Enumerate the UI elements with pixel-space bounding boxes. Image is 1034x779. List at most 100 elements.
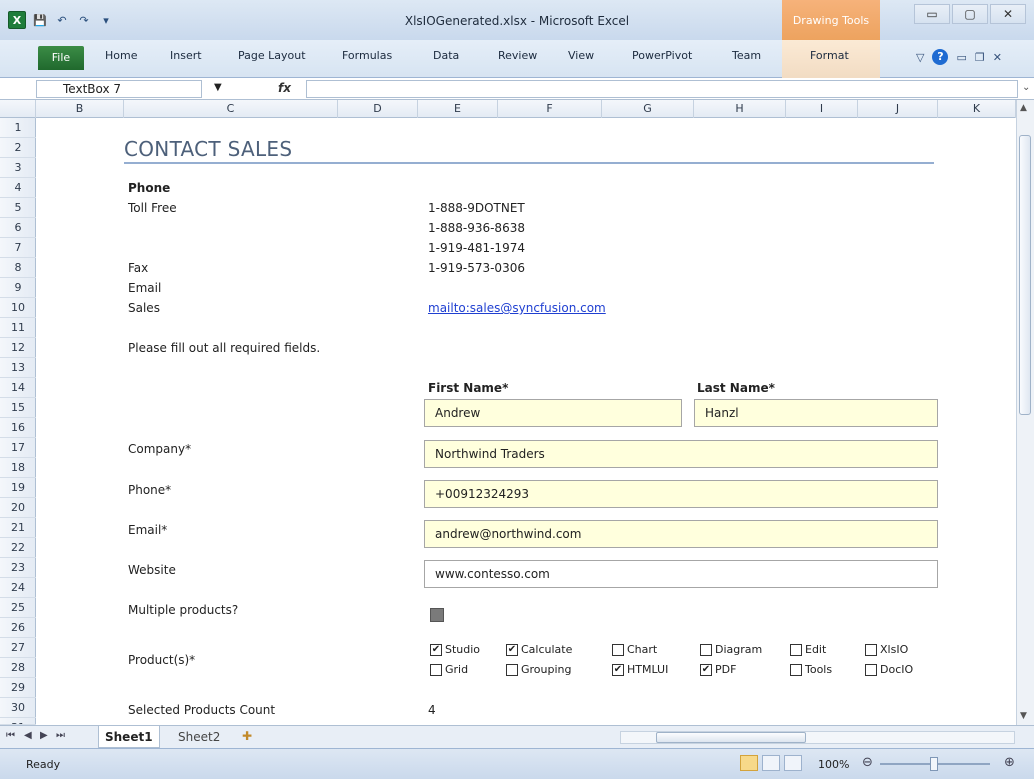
zoom-in-icon[interactable]: ⊕: [1004, 755, 1015, 770]
company-field[interactable]: Northwind Traders: [424, 440, 938, 468]
zoom-level[interactable]: 100%: [818, 758, 849, 771]
row-header[interactable]: 5: [0, 198, 36, 218]
row-header[interactable]: 1: [0, 118, 36, 138]
product-checkbox-diagram[interactable]: Diagram: [700, 643, 762, 656]
row-header[interactable]: 7: [0, 238, 36, 258]
sales-email-link-text[interactable]: mailto:sales@syncfusion.com: [428, 301, 606, 315]
row-header[interactable]: 14: [0, 378, 36, 398]
row-header[interactable]: 6: [0, 218, 36, 238]
row-header[interactable]: 27: [0, 638, 36, 658]
row-header[interactable]: 31: [0, 718, 36, 725]
phone-field[interactable]: +00912324293: [424, 480, 938, 508]
row-header[interactable]: 28: [0, 658, 36, 678]
tab-home[interactable]: Home: [105, 49, 137, 62]
checkbox-box[interactable]: [700, 643, 712, 656]
row-header[interactable]: 10: [0, 298, 36, 318]
row-header[interactable]: 3: [0, 158, 36, 178]
column-header[interactable]: G: [602, 100, 694, 118]
workbook-restore-icon[interactable]: ❐: [975, 51, 985, 64]
checkbox-box[interactable]: [506, 663, 518, 676]
minimize-button[interactable]: ▭: [914, 4, 950, 24]
checkbox-box[interactable]: ✔: [612, 663, 624, 676]
row-header[interactable]: 22: [0, 538, 36, 558]
column-header[interactable]: H: [694, 100, 786, 118]
checkbox-box[interactable]: [865, 643, 877, 656]
column-header[interactable]: I: [786, 100, 858, 118]
column-header[interactable]: E: [418, 100, 498, 118]
row-header[interactable]: 15: [0, 398, 36, 418]
product-checkbox-tools[interactable]: Tools: [790, 663, 832, 676]
column-header[interactable]: F: [498, 100, 602, 118]
close-button[interactable]: ✕: [990, 4, 1026, 24]
workbook-minimize-icon[interactable]: ▭: [956, 51, 966, 64]
row-header[interactable]: 8: [0, 258, 36, 278]
product-checkbox-edit[interactable]: Edit: [790, 643, 826, 656]
row-header[interactable]: 21: [0, 518, 36, 538]
workbook-close-icon[interactable]: ✕: [993, 51, 1002, 64]
product-checkbox-grouping[interactable]: Grouping: [506, 663, 572, 676]
row-header[interactable]: 30: [0, 698, 36, 718]
insert-function-icon[interactable]: fx: [278, 81, 291, 95]
first-name-field[interactable]: Andrew: [424, 399, 682, 427]
sheet-nav-prev-icon[interactable]: ◀: [24, 730, 32, 741]
sheet-nav-first-icon[interactable]: ⏮: [6, 730, 15, 741]
checkbox-box[interactable]: [790, 643, 802, 656]
tab-insert[interactable]: Insert: [170, 49, 202, 62]
product-checkbox-studio[interactable]: ✔ Studio: [430, 643, 480, 656]
row-header[interactable]: 19: [0, 478, 36, 498]
expand-formula-bar-icon[interactable]: ⌄: [1022, 82, 1030, 93]
checkbox-box[interactable]: ✔: [506, 643, 518, 656]
row-header[interactable]: 9: [0, 278, 36, 298]
tab-team[interactable]: Team: [732, 49, 761, 62]
formula-input[interactable]: [306, 80, 1018, 98]
product-checkbox-htmlui[interactable]: ✔ HTMLUI: [612, 663, 668, 676]
row-header[interactable]: 13: [0, 358, 36, 378]
column-header[interactable]: C: [124, 100, 338, 118]
minimize-ribbon-icon[interactable]: ▽: [916, 51, 924, 64]
page-layout-view-button[interactable]: [762, 755, 780, 771]
tab-powerpivot[interactable]: PowerPivot: [632, 49, 692, 62]
vertical-scroll-thumb[interactable]: [1019, 135, 1031, 415]
multiple-products-checkbox[interactable]: [430, 608, 444, 622]
product-checkbox-calculate[interactable]: ✔ Calculate: [506, 643, 572, 656]
sheet-tab-sheet1[interactable]: Sheet1: [98, 726, 160, 748]
sheet-tab-sheet2[interactable]: Sheet2: [172, 726, 226, 748]
row-header[interactable]: 2: [0, 138, 36, 158]
tab-file[interactable]: File: [38, 46, 84, 70]
scroll-down-icon[interactable]: ▼: [1020, 711, 1027, 721]
row-header[interactable]: 4: [0, 178, 36, 198]
row-header[interactable]: 29: [0, 678, 36, 698]
row-header[interactable]: 24: [0, 578, 36, 598]
checkbox-box[interactable]: [865, 663, 877, 676]
select-all-corner[interactable]: [0, 100, 36, 118]
column-header[interactable]: D: [338, 100, 418, 118]
product-checkbox-chart[interactable]: Chart: [612, 643, 657, 656]
tab-data[interactable]: Data: [433, 49, 459, 62]
zoom-out-icon[interactable]: ⊖: [862, 755, 873, 770]
checkbox-box[interactable]: ✔: [700, 663, 712, 676]
tab-format[interactable]: Format: [810, 49, 849, 62]
row-header[interactable]: 25: [0, 598, 36, 618]
scroll-up-icon[interactable]: ▲: [1020, 103, 1027, 113]
tab-view[interactable]: View: [568, 49, 594, 62]
row-header[interactable]: 11: [0, 318, 36, 338]
checkbox-box[interactable]: [790, 663, 802, 676]
horizontal-scroll-thumb[interactable]: [656, 732, 806, 743]
help-icon[interactable]: ?: [932, 49, 949, 65]
row-header[interactable]: 18: [0, 458, 36, 478]
tab-review[interactable]: Review: [498, 49, 537, 62]
row-header[interactable]: 17: [0, 438, 36, 458]
website-field[interactable]: www.contesso.com: [424, 560, 938, 588]
checkbox-box[interactable]: ✔: [430, 643, 442, 656]
page-break-view-button[interactable]: [784, 755, 802, 771]
product-checkbox-xlsio[interactable]: XlsIO: [865, 643, 908, 656]
row-header[interactable]: 23: [0, 558, 36, 578]
email-field[interactable]: andrew@northwind.com: [424, 520, 938, 548]
zoom-slider-thumb[interactable]: [930, 757, 938, 771]
last-name-field[interactable]: Hanzl: [694, 399, 938, 427]
product-checkbox-grid[interactable]: Grid: [430, 663, 468, 676]
column-header[interactable]: J: [858, 100, 938, 118]
name-box[interactable]: TextBox 7: [36, 80, 202, 98]
normal-view-button[interactable]: [740, 755, 758, 771]
row-header[interactable]: 26: [0, 618, 36, 638]
